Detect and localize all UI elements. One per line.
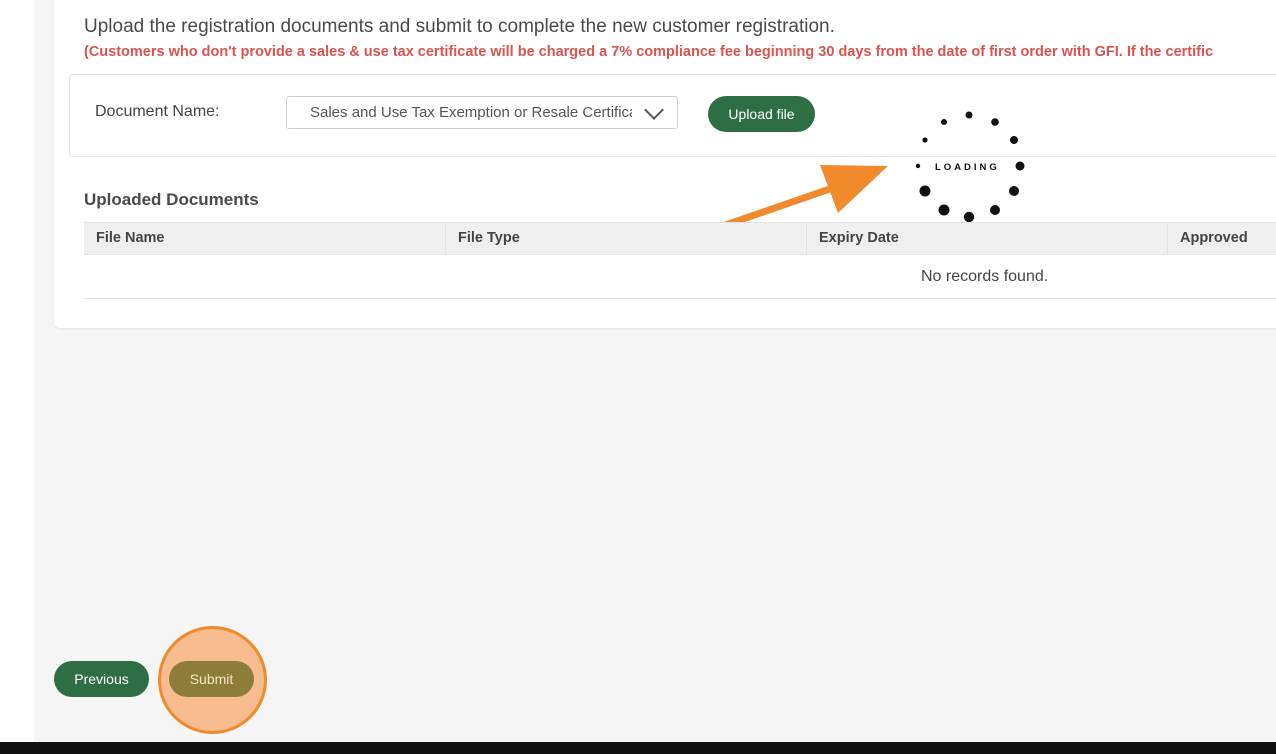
loading-text: LOADING bbox=[935, 162, 1000, 173]
column-header-file-name[interactable]: File Name bbox=[84, 223, 445, 254]
table-empty-row: No records found. bbox=[84, 255, 1276, 299]
column-header-approved[interactable]: Approved bbox=[1167, 223, 1276, 254]
no-records-text: No records found. bbox=[921, 268, 1049, 285]
left-gutter bbox=[0, 0, 34, 754]
tax-certificate-notice: (Customers who don't provide a sales & u… bbox=[84, 44, 1214, 60]
upload-file-button[interactable]: Upload file bbox=[708, 96, 815, 132]
document-name-label: Document Name: bbox=[95, 103, 220, 120]
document-name-select[interactable]: Sales and Use Tax Exemption or Resale Ce… bbox=[286, 96, 678, 129]
submit-button[interactable]: Submit bbox=[169, 661, 254, 697]
previous-button[interactable]: Previous bbox=[54, 661, 149, 697]
column-header-file-type[interactable]: File Type bbox=[445, 223, 806, 254]
document-name-selected-value: Sales and Use Tax Exemption or Resale Ce… bbox=[310, 104, 632, 121]
bottom-edge-bar bbox=[0, 742, 1276, 754]
uploaded-documents-table-header: File Name File Type Expiry Date Approved bbox=[84, 222, 1276, 255]
column-header-expiry-date[interactable]: Expiry Date bbox=[806, 223, 1167, 254]
uploaded-documents-title: Uploaded Documents bbox=[84, 190, 259, 209]
page-heading: Upload the registration documents and su… bbox=[84, 16, 835, 37]
chevron-down-icon bbox=[644, 100, 664, 120]
